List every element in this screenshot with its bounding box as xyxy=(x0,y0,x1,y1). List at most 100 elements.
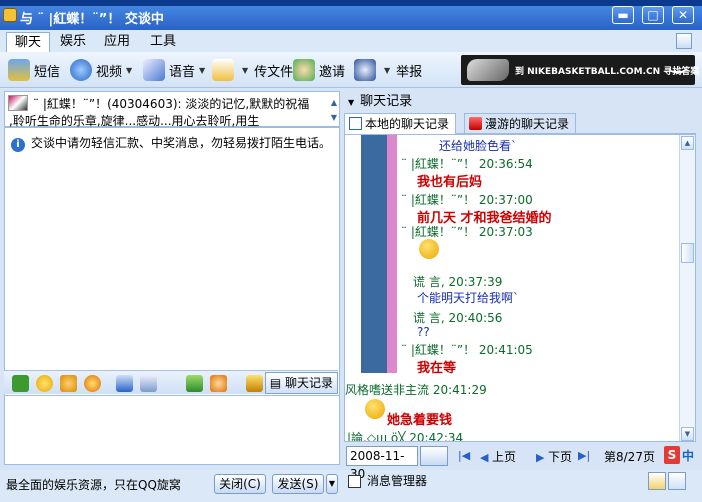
history-message: 我也有后妈 xyxy=(417,175,483,190)
history-meta: ¨ |紅蝶！¨”！ 20:37:00 xyxy=(401,193,533,207)
search-icon[interactable]: S xyxy=(664,446,680,464)
history-log[interactable]: 还给她脸色看` ¨ |紅蝶！¨”！ 20:36:54 我也有后妈 ¨ |紅蝶！¨… xyxy=(344,134,696,442)
first-page-icon: |◀ xyxy=(458,449,471,462)
skin-icon[interactable] xyxy=(676,33,692,49)
close-window-button[interactable]: ✕ xyxy=(672,6,694,24)
gift-icon[interactable] xyxy=(246,375,263,392)
tab-label: 本地的聊天记录 xyxy=(365,117,450,131)
file-transfer-icon xyxy=(212,59,234,81)
history-scrollbar[interactable]: ▲ ▼ xyxy=(679,135,695,441)
screenshot-icon[interactable] xyxy=(116,375,133,392)
minimize-button[interactable]: ▬ xyxy=(612,6,634,24)
sms-icon xyxy=(8,59,30,81)
history-panel-header[interactable]: ▼ 聊天记录 xyxy=(344,92,696,112)
chevron-down-icon[interactable]: ▼ xyxy=(384,66,390,75)
page-indicator: 第8/27页 xyxy=(604,450,655,464)
invite-icon xyxy=(293,59,315,81)
send-options-icon[interactable]: ▼ xyxy=(326,474,338,494)
voice-icon xyxy=(143,59,165,81)
voice-label: 语音 xyxy=(169,64,196,80)
file-transfer-button[interactable]: ▼ 传文件 xyxy=(212,59,294,81)
scroll-up-icon[interactable]: ▲ xyxy=(331,95,337,110)
report-button[interactable]: ▼ 举报 xyxy=(354,59,422,81)
history-meta: 谎 言, 20:37:39 xyxy=(413,275,503,289)
last-page-button[interactable]: ▶| xyxy=(578,448,590,462)
scroll-down-icon[interactable]: ▼ xyxy=(331,110,337,125)
prev-page-button[interactable]: ◀ 上页 xyxy=(480,448,516,465)
gift-emoji-icon[interactable] xyxy=(210,375,227,392)
chevron-down-icon[interactable]: ▼ xyxy=(242,66,248,75)
history-meta: ¨ |紅蝶！¨”！ 20:41:05 xyxy=(401,343,533,357)
notice-text: 交谈中请勿轻信汇款、中奖消息，勿轻易拨打陌生电话。 xyxy=(31,136,332,150)
grid-view-icon[interactable] xyxy=(668,472,686,490)
video-icon xyxy=(70,59,92,81)
signature-scroll[interactable]: ▲ ▼ xyxy=(331,95,337,125)
title-bar[interactable]: 与 ¨ |紅蝶！¨”！ 交谈中 ▬ □ ✕ xyxy=(0,0,702,30)
qq-slogan[interactable]: 最全面的娱乐资源，只在QQ旋窝 xyxy=(6,476,181,493)
security-notice: i 交谈中请勿轻信汇款、中奖消息，勿轻易拨打陌生电话。 xyxy=(11,134,331,152)
avatar[interactable] xyxy=(8,95,28,111)
video-button[interactable]: 视频 ▼ xyxy=(70,59,132,81)
info-icon: i xyxy=(11,138,25,152)
window-title: 与 ¨ |紅蝶！¨”！ 交谈中 xyxy=(20,12,164,27)
menu-apps[interactable]: 应用 xyxy=(96,32,138,52)
list-view-icon[interactable] xyxy=(648,472,666,490)
nudge-icon[interactable] xyxy=(84,375,101,392)
scroll-down-icon[interactable]: ▼ xyxy=(681,427,694,441)
ime-icon[interactable]: 中 xyxy=(682,447,694,464)
menu-tools[interactable]: 工具 xyxy=(142,32,184,52)
emoji-icon[interactable] xyxy=(36,375,53,392)
history-message: 还给她脸色看` xyxy=(439,139,518,153)
maximize-button[interactable]: □ xyxy=(642,6,664,24)
date-field[interactable]: 2008-11-30 xyxy=(346,446,418,481)
message-input[interactable] xyxy=(4,395,340,465)
image-icon[interactable] xyxy=(140,375,157,392)
prev-label: 上页 xyxy=(491,450,516,464)
voice-button[interactable]: 语音 ▼ xyxy=(143,59,205,81)
invite-label: 邀请 xyxy=(319,64,346,80)
history-meta: |論.◇ш ö╳ 20:42:34 xyxy=(347,431,464,442)
file-transfer-label: 传文件 xyxy=(254,64,294,80)
tab-roaming-history[interactable]: 漫游的聊天记录 xyxy=(464,113,577,135)
next-page-button[interactable]: ▶ 下页 xyxy=(536,448,572,465)
invite-button[interactable]: 邀请 xyxy=(293,59,346,81)
scrollbar-thumb[interactable] xyxy=(681,243,694,263)
message-manager-icon xyxy=(348,475,361,488)
menu-entertainment[interactable]: 娱乐 xyxy=(52,32,94,52)
chevron-down-icon[interactable]: ▼ xyxy=(126,66,132,75)
magic-emoji-icon[interactable] xyxy=(60,375,77,392)
history-meta: 谎 言, 20:40:56 xyxy=(413,311,503,325)
history-meta: 风格嗜送非主流 20:41:29 xyxy=(345,383,487,397)
send-button[interactable]: 发送(S) xyxy=(272,474,324,494)
first-page-button[interactable]: |◀ xyxy=(458,448,470,462)
qq-app-icon xyxy=(3,8,17,22)
tab-local-history[interactable]: 本地的聊天记录 xyxy=(344,113,457,135)
menu-chat[interactable]: 聊天 xyxy=(6,32,51,52)
scroll-up-icon[interactable]: ▲ xyxy=(681,136,694,150)
prev-icon: ◀ xyxy=(480,451,492,464)
tab-label: 漫游的聊天记录 xyxy=(485,117,570,131)
music-icon[interactable] xyxy=(186,375,203,392)
chat-window: 与 ¨ |紅蝶！¨”！ 交谈中 ▬ □ ✕ 聊天 娱乐 应用 工具 短信 视频 ▼… xyxy=(0,0,702,502)
font-icon[interactable] xyxy=(12,375,29,392)
history-message: 个能明天打给我啊` xyxy=(417,291,520,305)
next-icon: ▶ xyxy=(536,451,548,464)
chat-history-button[interactable]: ▤ 聊天记录 xyxy=(264,372,338,394)
history-message: ?? xyxy=(417,325,430,339)
ad-banner[interactable]: 到 NIKEBASKETBALL.COM.CN 寻找答案 xyxy=(461,55,699,85)
annoyed-emoji-icon xyxy=(365,399,385,419)
decorative-bar xyxy=(361,135,387,373)
collapse-icon[interactable]: ▼ xyxy=(348,98,354,107)
sms-label: 短信 xyxy=(34,64,61,80)
history-meta: ¨ |紅蝶！¨”！ 20:37:03 xyxy=(401,225,533,239)
roaming-history-icon xyxy=(469,117,482,130)
close-button[interactable]: 关闭(C) xyxy=(214,474,266,494)
chevron-down-icon[interactable]: ▼ xyxy=(199,66,205,75)
report-icon xyxy=(354,59,376,81)
message-manager-button[interactable]: 消息管理器 xyxy=(344,470,696,492)
history-label: 聊天记录 xyxy=(284,376,333,390)
sms-button[interactable]: 短信 xyxy=(8,59,61,81)
message-manager-label: 消息管理器 xyxy=(367,474,428,488)
next-label: 下页 xyxy=(547,450,572,464)
calendar-icon[interactable] xyxy=(420,446,448,466)
